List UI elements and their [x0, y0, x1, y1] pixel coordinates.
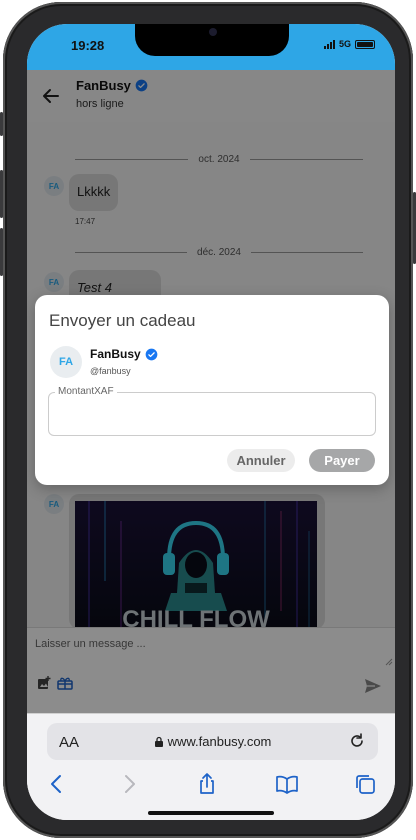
modal-title: Envoyer un cadeau — [49, 311, 196, 330]
recipient-name-row: FanBusy — [90, 347, 158, 361]
url-text: www.fanbusy.com — [167, 734, 272, 749]
gift-modal: Envoyer un cadeau FA FanBusy @fanbusy Mo… — [35, 295, 389, 485]
cancel-button[interactable]: Annuler — [227, 449, 295, 472]
status-bar: 19:28 5G — [27, 24, 395, 70]
verified-badge-icon — [145, 348, 158, 360]
browser-nav — [27, 772, 395, 796]
camera — [209, 28, 217, 36]
recipient-avatar: FA — [50, 346, 82, 378]
recipient-name: FanBusy — [90, 347, 141, 361]
tabs-icon[interactable] — [353, 772, 377, 796]
address-bar[interactable]: AA www.fanbusy.com — [47, 723, 378, 760]
home-indicator — [148, 811, 274, 815]
back-icon[interactable] — [45, 772, 69, 796]
pay-button[interactable]: Payer — [309, 449, 375, 472]
bookmarks-icon[interactable] — [275, 772, 299, 796]
amount-input[interactable] — [48, 392, 376, 436]
share-icon[interactable] — [195, 772, 219, 796]
screen: 19:28 5G FanBusy hors ligne oct. 2024 FA… — [27, 24, 395, 820]
silent-switch — [0, 112, 3, 136]
amount-label: MontantXAF — [55, 386, 117, 397]
url-display[interactable]: www.fanbusy.com — [47, 734, 378, 749]
lock-icon — [154, 736, 163, 747]
signal-icon — [323, 39, 335, 49]
notch — [135, 24, 289, 56]
reload-icon[interactable] — [348, 732, 366, 750]
phone-frame: 19:28 5G FanBusy hors ligne oct. 2024 FA… — [0, 2, 416, 838]
forward-icon[interactable] — [117, 772, 141, 796]
volume-up-button — [0, 170, 3, 218]
status-time: 19:28 — [71, 38, 105, 53]
volume-down-button — [0, 228, 3, 276]
network-label: 5G — [338, 39, 351, 49]
status-indicators: 5G — [323, 39, 375, 49]
battery-icon — [355, 39, 375, 49]
recipient-handle: @fanbusy — [90, 366, 131, 376]
browser-toolbar: AA www.fanbusy.com — [27, 713, 395, 820]
